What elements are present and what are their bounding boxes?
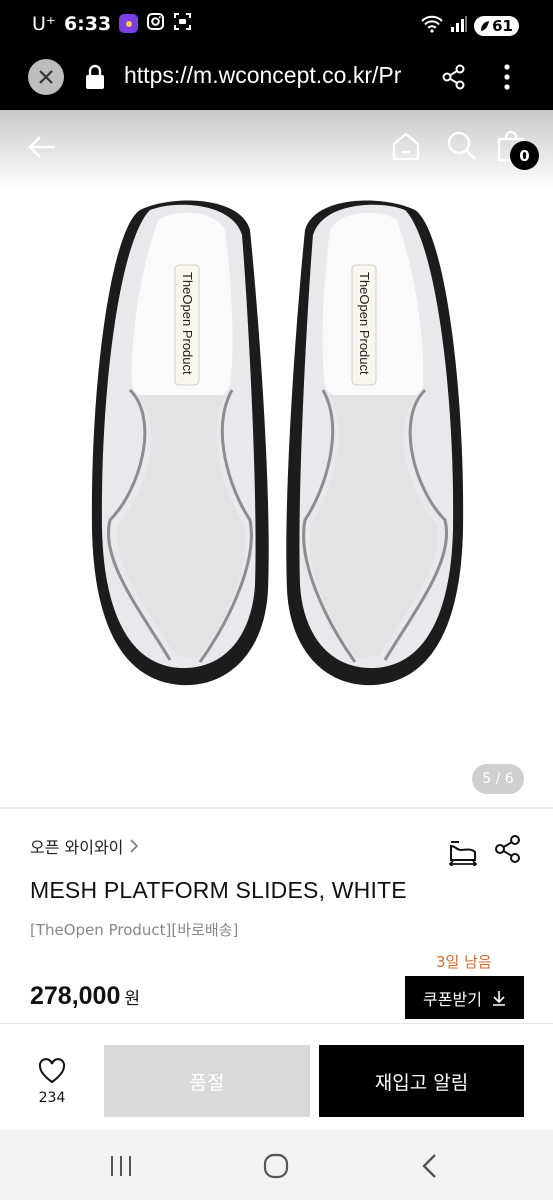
battery-saver-icon [481,21,490,31]
gallery-pager: 5 / 6 [472,764,524,794]
product-title: MESH PLATFORM SLIDES, WHITE [30,877,407,903]
search-icon [447,131,476,160]
home-button[interactable] [390,130,422,166]
size-guide-button[interactable] [447,834,479,870]
brand-name: 오픈 와이와이 [30,838,124,857]
signal-icon [450,15,468,37]
recent-apps-button[interactable] [108,1154,134,1182]
price-unit: 원 [124,989,141,1009]
wifi-icon [420,14,444,38]
share-icon [495,835,520,863]
restock-alert-button[interactable]: 재입고 알림 [319,1045,524,1117]
product-gallery[interactable]: 0 TheOpen Product TheOpen Product 5 / 6 [0,110,553,807]
share-product-button[interactable] [494,834,522,868]
product-subtitle: [TheOpen Product][바로배송] [30,921,239,939]
section-divider [0,807,553,809]
home-circle-icon [263,1153,289,1179]
status-left: U⁺ 6:33 [32,12,192,35]
battery-indicator: 61 [474,16,519,36]
download-icon [492,990,505,1006]
home-icon [392,132,420,161]
right-shoe: TheOpen Product [286,200,464,686]
system-navigation-bar [0,1130,553,1200]
shoe-label-left: TheOpen Product [180,272,195,375]
coupon-download-button[interactable]: 쿠폰받기 [405,976,524,1019]
soldout-button[interactable]: 품절 [104,1045,310,1117]
lock-icon[interactable] [84,64,106,94]
close-icon [39,70,53,84]
instagram-icon [146,12,165,35]
purchase-action-bar: 234 품절 재입고 알림 [0,1023,553,1130]
like-count: 234 [38,1090,66,1106]
url-bar[interactable]: https://m.wconcept.co.kr/Pr [124,62,420,89]
carrier-label: U⁺ [32,12,56,35]
notification-app-icon [119,14,139,33]
status-right: 61 [420,14,519,38]
back-button[interactable] [26,132,58,166]
close-tab-button[interactable] [28,59,64,95]
browser-menu-button[interactable] [494,62,520,96]
search-button[interactable] [446,130,478,166]
chevron-left-icon [422,1154,436,1178]
left-shoe: TheOpen Product [91,200,269,686]
status-bar: U⁺ 6:33 61 [0,0,553,50]
battery-level: 61 [492,17,513,35]
screenshot-icon [173,12,192,35]
back-arrow-icon [28,136,55,158]
recent-apps-icon [111,1156,131,1176]
product-image: TheOpen Product TheOpen Product [91,200,464,686]
share-icon [442,64,465,90]
bag-count-badge: 0 [510,141,539,170]
shoe-label-right: TheOpen Product [357,272,372,375]
more-vert-icon [504,64,510,90]
heart-icon [38,1058,66,1084]
price-amount: 278,000 [30,982,121,1010]
chevron-right-icon [130,839,139,853]
home-nav-button[interactable] [262,1153,290,1183]
product-price: 278,000 원 [30,982,140,1011]
clock: 6:33 [63,12,112,35]
back-nav-button[interactable] [420,1152,440,1184]
brand-link[interactable]: 오픈 와이와이 [30,834,139,858]
coupon-days-left: 3일 남음 [436,953,492,971]
browser-share-button[interactable] [440,63,468,95]
size-guide-icon [448,841,478,868]
coupon-button-label: 쿠폰받기 [423,989,482,1009]
like-button[interactable]: 234 [30,1058,74,1106]
browser-toolbar: https://m.wconcept.co.kr/Pr [0,50,553,110]
